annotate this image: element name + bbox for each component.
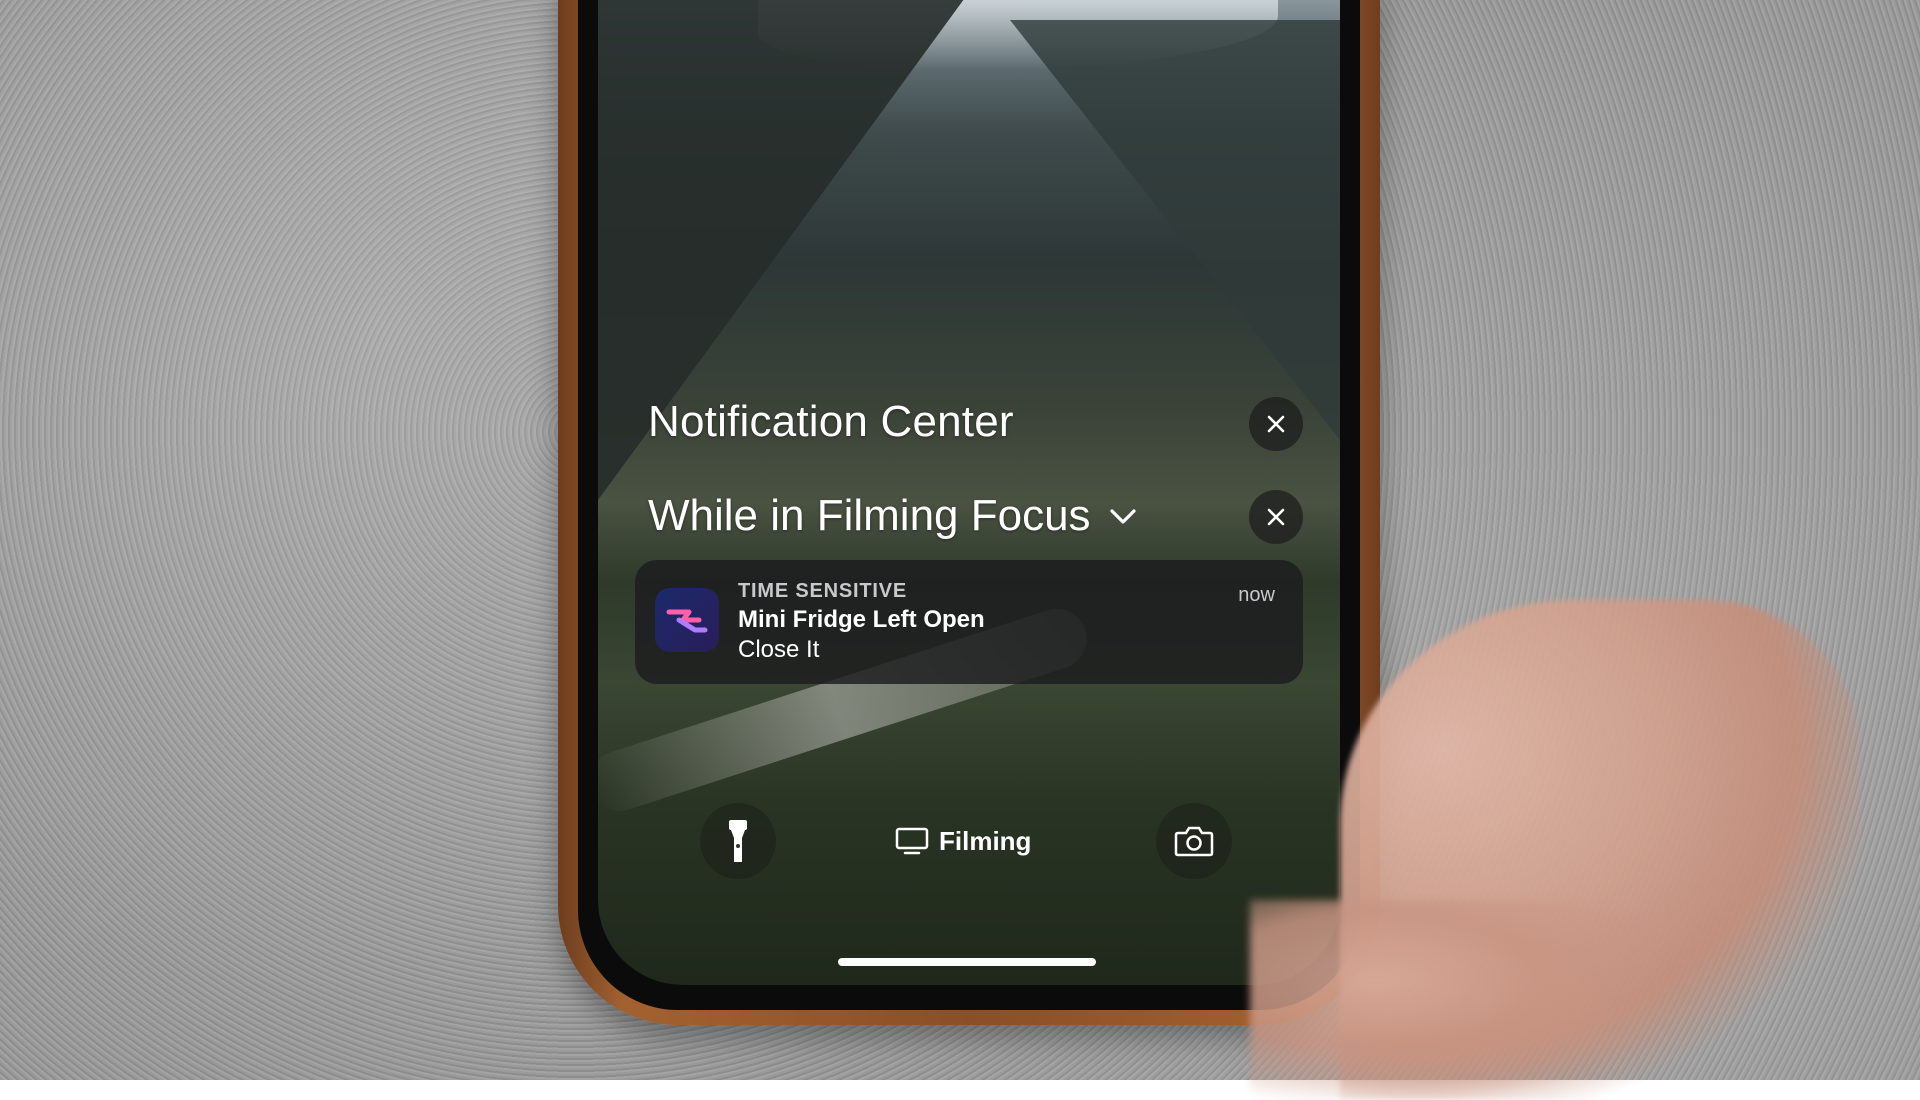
tv-icon (895, 827, 929, 855)
wallpaper-mountain-right (1010, 20, 1340, 440)
notification-eyebrow: TIME SENSITIVE (738, 580, 908, 602)
close-focus-group-button[interactable] (1249, 490, 1303, 544)
notification-center-title: Notification Center (648, 397, 1014, 446)
chevron-down-icon (1109, 509, 1136, 524)
notification-title: Mini Fridge Left Open (738, 606, 985, 633)
shortcuts-app-icon (655, 588, 719, 652)
focus-mode-pill[interactable]: Filming (895, 818, 1031, 864)
notification-card[interactable]: TIME SENSITIVE Mini Fridge Left Open Clo… (635, 560, 1303, 684)
finger-knuckle (1250, 900, 1670, 1100)
focus-group-title: While in Filming Focus (648, 491, 1091, 540)
notification-body: Close It (738, 636, 820, 663)
camera-icon (1174, 826, 1214, 857)
flashlight-icon (729, 820, 747, 862)
home-indicator[interactable] (838, 958, 1096, 966)
flashlight-button[interactable] (700, 803, 776, 879)
close-notification-center-button[interactable] (1249, 397, 1303, 451)
focus-mode-label: Filming (939, 825, 1032, 856)
camera-button[interactable] (1156, 803, 1232, 879)
focus-group-header[interactable]: While in Filming Focus (648, 491, 1139, 541)
close-icon (1267, 508, 1285, 526)
notification-time: now (1238, 584, 1275, 606)
close-icon (1267, 415, 1285, 433)
